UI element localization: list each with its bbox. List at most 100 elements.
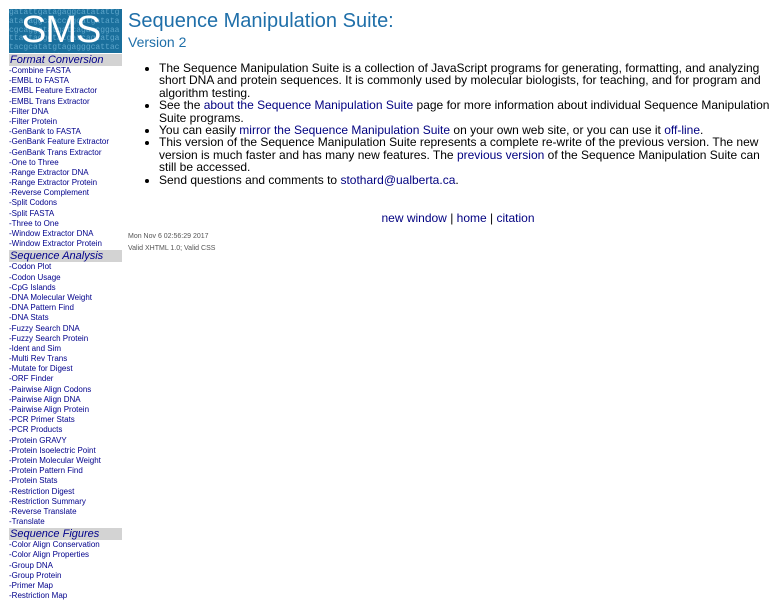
sidebar-item: -Protein Pattern Find (9, 466, 122, 476)
sidebar-link[interactable]: -Split FASTA (9, 209, 54, 218)
page-subtitle: Version 2 (128, 34, 187, 50)
sidebar-link[interactable]: -ORF Finder (9, 374, 53, 383)
sidebar-link[interactable]: -DNA Molecular Weight (9, 293, 92, 302)
sidebar-link[interactable]: -Multi Rev Trans (9, 354, 67, 363)
sidebar-link[interactable]: -Translate (9, 517, 45, 526)
sidebar-link[interactable]: -Protein GRAVY (9, 436, 67, 445)
sidebar-link[interactable]: -Pairwise Align DNA (9, 395, 81, 404)
sidebar-item: -Split FASTA (9, 209, 122, 219)
sidebar-link[interactable]: -Group Protein (9, 571, 61, 580)
sidebar-item: -CpG Islands (9, 283, 122, 293)
sidebar-item: -Restriction Digest (9, 487, 122, 497)
main-content: Sequence Manipulation Suite: Version 2 T… (128, 9, 774, 253)
sidebar-item: -DNA Stats (9, 313, 122, 323)
sidebar-item: -Pairwise Align Protein (9, 405, 122, 415)
sidebar-link[interactable]: -Ident and Sim (9, 344, 61, 353)
sidebar-section-list: -Codon Plot -Codon Usage -CpG Islands -DNA … (9, 262, 122, 527)
sidebar-item: -Window Extractor DNA (9, 229, 122, 239)
new-window-link[interactable]: new window (381, 211, 446, 225)
sidebar-link[interactable]: -Range Extractor DNA (9, 168, 89, 177)
sidebar-item: -Filter Protein (9, 117, 122, 127)
intro-bullet: Send questions and comments to stothard@… (159, 173, 774, 187)
sidebar-item: -Group DNA (9, 561, 122, 571)
sidebar-link[interactable]: -Fuzzy Search DNA (9, 324, 80, 333)
sidebar-item: -Range Extractor Protein (9, 178, 122, 188)
sidebar-item: -Split Codons (9, 198, 122, 208)
sidebar-link[interactable]: -DNA Pattern Find (9, 303, 74, 312)
sidebar-link[interactable]: -Codon Usage (9, 273, 61, 282)
sidebar-link[interactable]: -Color Align Conservation (9, 540, 100, 549)
sidebar-item: -Three to One (9, 219, 122, 229)
sidebar-link[interactable]: -PCR Primer Stats (9, 415, 75, 424)
sidebar-item: -Protein GRAVY (9, 436, 122, 446)
sidebar-item: -Primer Map (9, 581, 122, 591)
sidebar-link[interactable]: -Window Extractor Protein (9, 239, 102, 248)
sidebar-item: -DNA Pattern Find (9, 303, 122, 313)
logo-text: SMS (21, 9, 101, 51)
sidebar-link[interactable]: -One to Three (9, 158, 59, 167)
sidebar-link[interactable]: -Protein Isoelectric Point (9, 446, 96, 455)
sidebar-link[interactable]: -Protein Pattern Find (9, 466, 83, 475)
sidebar-item: -Multi Rev Trans (9, 354, 122, 364)
sidebar-link[interactable]: -Range Extractor Protein (9, 178, 97, 187)
inline-link[interactable]: stothard@ualberta.ca (340, 173, 455, 187)
sidebar-link[interactable]: -Combine FASTA (9, 66, 71, 75)
sidebar-link[interactable]: -Restriction Map (9, 591, 67, 600)
sidebar-item: -Pairwise Align DNA (9, 395, 122, 405)
sidebar: gatattgatagaggcatatattgatagaggcaaccggcat… (9, 9, 122, 601)
sidebar-item: -Restriction Summary (9, 497, 122, 507)
link-separator: | (450, 211, 454, 226)
sidebar-link[interactable]: -Mutate for Digest (9, 364, 73, 373)
sidebar-link[interactable]: -Restriction Summary (9, 497, 86, 506)
sidebar-item: -GenBank to FASTA (9, 127, 122, 137)
sidebar-link[interactable]: -CpG Islands (9, 283, 56, 292)
citation-link[interactable]: citation (497, 211, 535, 225)
sidebar-link[interactable]: -Window Extractor DNA (9, 229, 93, 238)
sidebar-item: -Color Align Conservation (9, 540, 122, 550)
sidebar-item: -Fuzzy Search Protein (9, 334, 122, 344)
sidebar-item: -Codon Plot (9, 262, 122, 272)
sidebar-item: -PCR Products (9, 425, 122, 435)
sidebar-item: -Protein Isoelectric Point (9, 446, 122, 456)
bullet-text: The Sequence Manipulation Suite is a col… (159, 61, 761, 100)
sidebar-link[interactable]: -Split Codons (9, 198, 57, 207)
sidebar-link[interactable]: -Group DNA (9, 561, 53, 570)
sidebar-link[interactable]: -Color Align Properties (9, 550, 89, 559)
sidebar-link[interactable]: -GenBank to FASTA (9, 127, 81, 136)
intro-bullet: The Sequence Manipulation Suite is a col… (159, 62, 774, 99)
sidebar-link[interactable]: -GenBank Feature Extractor (9, 137, 109, 146)
sidebar-section-title: Sequence Analysis (9, 250, 122, 263)
home-link[interactable]: home (457, 211, 487, 225)
sidebar-link[interactable]: -Pairwise Align Codons (9, 385, 91, 394)
sidebar-link[interactable]: -Fuzzy Search Protein (9, 334, 88, 343)
sidebar-link[interactable]: -Pairwise Align Protein (9, 405, 89, 414)
sidebar-item: -Color Align Properties (9, 550, 122, 560)
sidebar-link[interactable]: -Three to One (9, 219, 59, 228)
sidebar-link[interactable]: -DNA Stats (9, 313, 49, 322)
sidebar-link[interactable]: -Reverse Translate (9, 507, 77, 516)
sidebar-link[interactable]: -Filter DNA (9, 107, 49, 116)
sidebar-link[interactable]: -Reverse Complement (9, 188, 89, 197)
sidebar-link[interactable]: -GenBank Trans Extractor (9, 148, 101, 157)
sidebar-link[interactable]: -Codon Plot (9, 262, 51, 271)
sidebar-link[interactable]: -Protein Molecular Weight (9, 456, 101, 465)
sidebar-link[interactable]: -Filter Protein (9, 117, 57, 126)
sidebar-item: -ORF Finder (9, 374, 122, 384)
sidebar-link[interactable]: -Primer Map (9, 581, 53, 590)
sidebar-link[interactable]: -Protein Stats (9, 476, 57, 485)
sidebar-item: -GenBank Feature Extractor (9, 137, 122, 147)
sidebar-link[interactable]: -Restriction Digest (9, 487, 74, 496)
inline-link[interactable]: previous version (457, 148, 544, 162)
sidebar-item: -Protein Stats (9, 476, 122, 486)
sidebar-link[interactable]: -EMBL to FASTA (9, 76, 69, 85)
sidebar-item: -Reverse Complement (9, 188, 122, 198)
sidebar-item: -EMBL to FASTA (9, 76, 122, 86)
sidebar-link[interactable]: -PCR Products (9, 425, 62, 434)
sidebar-link[interactable]: -EMBL Feature Extractor (9, 86, 97, 95)
sidebar-item: -Codon Usage (9, 273, 122, 283)
sidebar-section-title: Sequence Figures (9, 528, 122, 541)
sidebar-link[interactable]: -EMBL Trans Extractor (9, 97, 90, 106)
sidebar-section-list: -Combine FASTA -EMBL to FASTA -EMBL Featur… (9, 66, 122, 249)
sms-logo[interactable]: gatattgatagaggcatatattgatagaggcaaccggcat… (9, 9, 122, 53)
sidebar-item: -Translate (9, 517, 122, 527)
